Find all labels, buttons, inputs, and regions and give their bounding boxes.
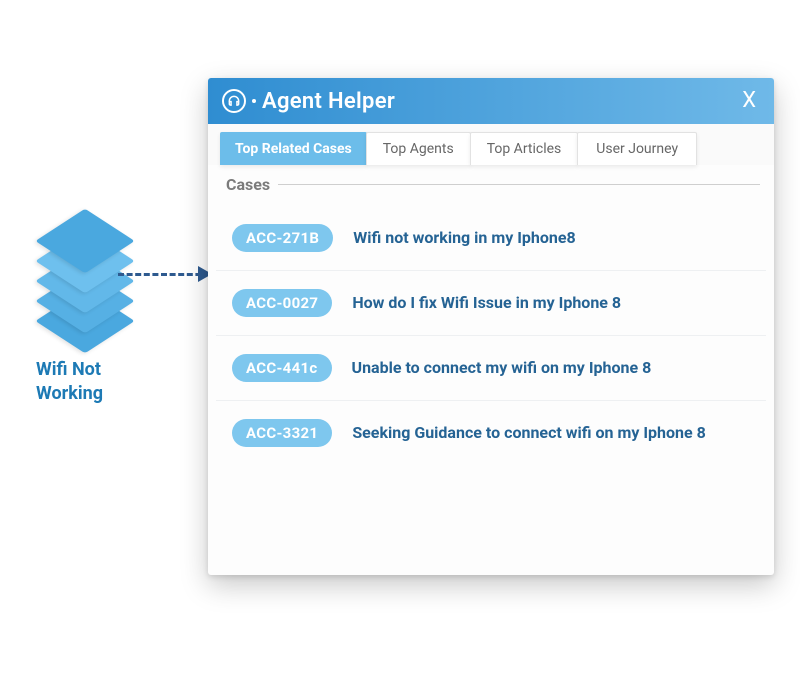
case-title: Seeking Guidance to connect wifi on my I… xyxy=(352,422,706,444)
case-row[interactable]: ACC-441c Unable to connect my wifi on my… xyxy=(216,336,766,401)
tab-top-agents[interactable]: Top Agents xyxy=(366,132,471,165)
case-list: ACC-271B Wifi not working in my Iphone8 … xyxy=(208,198,774,465)
panel-header: Agent Helper X xyxy=(208,78,774,124)
arrow-to-panel xyxy=(118,273,210,276)
case-title: How do I fix Wifi Issue in my Iphone 8 xyxy=(352,292,621,314)
layers-icon xyxy=(44,214,126,340)
case-title: Unable to connect my wifi on my Iphone 8 xyxy=(352,357,652,379)
case-row[interactable]: ACC-271B Wifi not working in my Iphone8 xyxy=(216,206,766,271)
tab-user-journey[interactable]: User Journey xyxy=(577,132,697,165)
section-label: Cases xyxy=(226,175,270,194)
tab-bar: Top Related Cases Top Agents Top Article… xyxy=(208,124,774,165)
agent-helper-panel: Agent Helper X Top Related Cases Top Age… xyxy=(208,78,774,575)
source-label: Wifi Not Working xyxy=(30,358,140,407)
source-stack: Wifi Not Working xyxy=(30,214,140,407)
panel-title: Agent Helper xyxy=(262,89,395,114)
case-id-pill: ACC-0027 xyxy=(232,289,332,317)
tab-top-articles[interactable]: Top Articles xyxy=(470,132,579,165)
case-title: Wifi not working in my Iphone8 xyxy=(353,227,575,249)
tab-top-related-cases[interactable]: Top Related Cases xyxy=(220,132,367,165)
case-id-pill: ACC-441c xyxy=(232,354,332,382)
case-id-pill: ACC-271B xyxy=(232,224,333,252)
close-button[interactable]: X xyxy=(738,88,760,114)
case-row[interactable]: ACC-3321 Seeking Guidance to connect wif… xyxy=(216,401,766,465)
case-row[interactable]: ACC-0027 How do I fix Wifi Issue in my I… xyxy=(216,271,766,336)
headset-icon xyxy=(222,89,246,113)
separator-dot-icon xyxy=(252,99,256,103)
case-id-pill: ACC-3321 xyxy=(232,419,332,447)
section-heading: Cases xyxy=(208,165,774,198)
divider xyxy=(278,184,760,185)
